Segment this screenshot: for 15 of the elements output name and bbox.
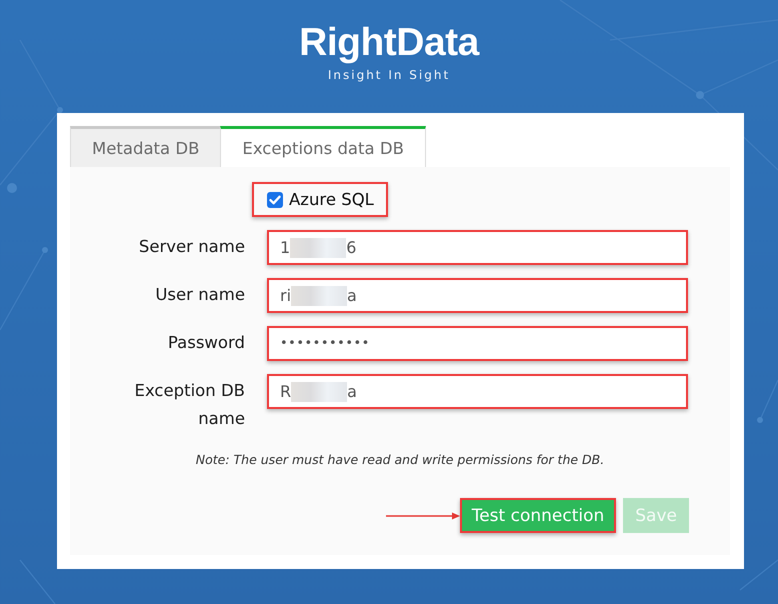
checkbox-label: Azure SQL [289, 188, 374, 210]
note-text: Note: The user must have read and write permissions for the DB. [194, 451, 606, 469]
input-field[interactable]: R a [267, 374, 688, 409]
field-label: Exception DB name [134, 380, 245, 430]
checkbox[interactable] [267, 192, 283, 208]
password-field[interactable]: ••••••••••• [267, 326, 688, 361]
field-label: Password [166, 332, 245, 354]
input-field[interactable]: 1 6 [267, 230, 688, 265]
brand-tagline: Insight In Sight [328, 67, 450, 83]
field-label: Server name [138, 236, 245, 258]
tab[interactable]: Exceptions data DB [220, 126, 426, 167]
brand-logo-text: RightData [299, 22, 479, 64]
field-label: User name [154, 284, 245, 306]
input-field[interactable]: ri a [267, 278, 688, 313]
tab[interactable]: Metadata DB [70, 126, 220, 167]
